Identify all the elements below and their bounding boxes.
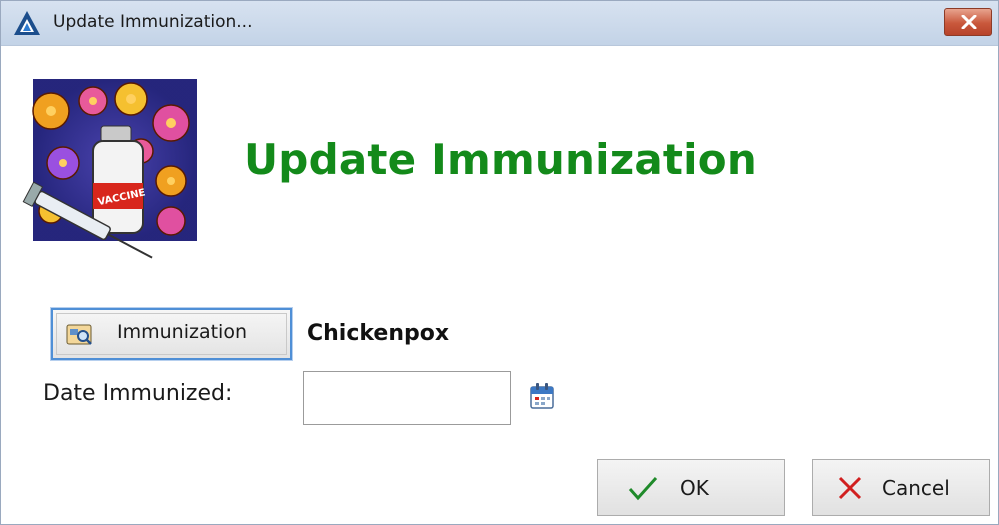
checkmark-icon xyxy=(628,476,658,501)
lookup-search-icon xyxy=(66,324,92,345)
immunization-button-label: Immunization xyxy=(117,321,247,343)
cancel-button[interactable]: Cancel xyxy=(812,459,990,516)
close-icon xyxy=(961,15,977,29)
update-immunization-dialog: Update Immunization... VACCINE Update Im… xyxy=(0,0,999,525)
app-logo-icon xyxy=(14,11,40,35)
window-title: Update Immunization... xyxy=(53,12,253,32)
vaccine-illustration: VACCINE xyxy=(22,79,197,259)
cancel-x-icon xyxy=(838,476,862,500)
calendar-icon[interactable] xyxy=(529,382,555,410)
title-bar[interactable]: Update Immunization... xyxy=(1,1,998,46)
date-immunized-input[interactable] xyxy=(303,371,511,425)
cancel-button-label: Cancel xyxy=(882,476,950,500)
ok-button-label: OK xyxy=(680,476,709,500)
close-button[interactable] xyxy=(944,8,992,36)
page-title: Update Immunization xyxy=(244,135,757,184)
date-immunized-label: Date Immunized: xyxy=(43,381,233,406)
immunization-value: Chickenpox xyxy=(307,321,450,346)
ok-button[interactable]: OK xyxy=(597,459,785,516)
immunization-lookup-button[interactable]: Immunization xyxy=(50,307,293,361)
